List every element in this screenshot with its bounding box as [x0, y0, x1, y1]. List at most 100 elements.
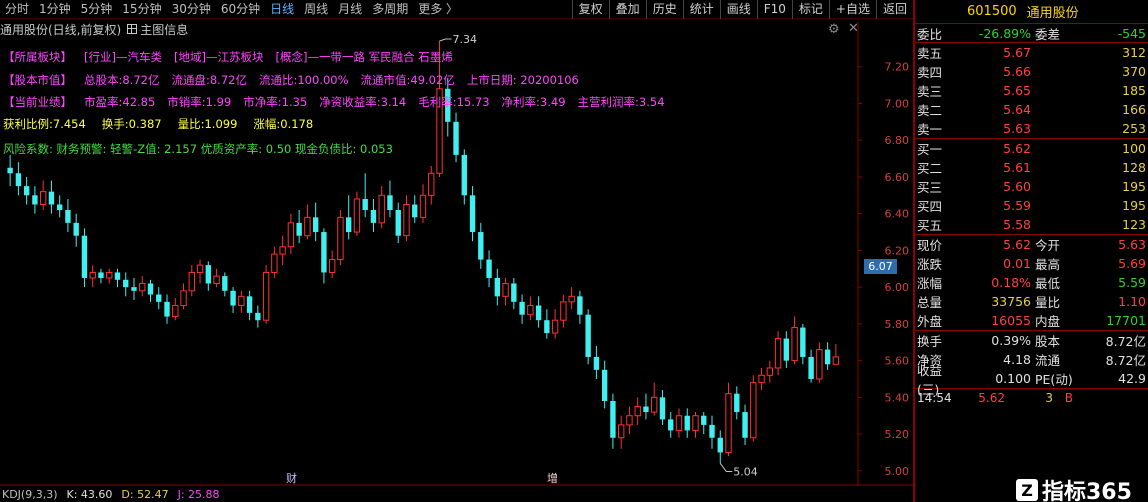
candle[interactable] — [461, 149, 467, 205]
candle[interactable] — [7, 154, 13, 187]
candle[interactable] — [668, 412, 674, 438]
industry-text[interactable]: [行业]—汽车类 — [84, 49, 162, 65]
candle[interactable] — [65, 198, 71, 233]
candle[interactable] — [106, 268, 113, 284]
candle[interactable] — [601, 360, 608, 409]
candle[interactable] — [742, 404, 748, 446]
gear-icon[interactable]: ⚙ — [828, 22, 840, 37]
asks-row[interactable]: 卖三 5.65 185 — [915, 81, 1148, 100]
asks-row[interactable]: 卖四 5.66 370 — [915, 62, 1148, 81]
candle[interactable] — [362, 173, 368, 218]
candle[interactable] — [750, 375, 757, 442]
candle[interactable] — [766, 360, 773, 383]
candle[interactable] — [494, 268, 501, 306]
candle[interactable] — [832, 344, 840, 365]
candle[interactable] — [734, 386, 740, 420]
candle[interactable] — [147, 279, 154, 302]
tick-list[interactable]: 14:54 5.62 3 B — [915, 389, 1148, 407]
candle[interactable] — [32, 186, 38, 214]
candle[interactable] — [164, 294, 170, 324]
candle[interactable] — [758, 367, 765, 390]
candle[interactable] — [296, 210, 302, 244]
financial-report-marker[interactable]: 财 — [284, 470, 299, 486]
candle[interactable] — [403, 195, 410, 242]
candle[interactable] — [816, 342, 823, 383]
candle[interactable] — [387, 180, 393, 218]
candle[interactable] — [15, 162, 22, 196]
candle[interactable] — [709, 415, 715, 449]
candle[interactable] — [238, 290, 245, 313]
candle[interactable] — [222, 272, 228, 297]
candle[interactable] — [634, 397, 641, 425]
candle[interactable] — [684, 408, 690, 438]
candle[interactable] — [502, 277, 509, 306]
close-icon[interactable]: ✕ — [848, 21, 859, 36]
candle[interactable] — [659, 390, 666, 425]
candle[interactable] — [617, 415, 625, 449]
candle[interactable] — [23, 176, 30, 205]
candle[interactable] — [114, 268, 121, 288]
candle[interactable] — [453, 112, 459, 163]
candle[interactable] — [412, 195, 418, 223]
candle[interactable] — [527, 296, 534, 321]
candle[interactable] — [585, 309, 591, 365]
candle[interactable] — [337, 210, 344, 266]
candle[interactable] — [626, 406, 633, 435]
candle[interactable] — [535, 296, 542, 328]
bids-row[interactable]: 买四 5.59 195 — [915, 196, 1148, 215]
candle[interactable] — [39, 180, 47, 210]
candle[interactable] — [701, 412, 707, 435]
candle[interactable] — [73, 213, 79, 247]
main-chart-info-button[interactable]: 主图信息 — [127, 21, 188, 38]
candle[interactable] — [304, 204, 311, 240]
candle[interactable] — [783, 331, 790, 368]
candle[interactable] — [511, 277, 517, 310]
candle[interactable] — [139, 276, 146, 297]
concept-text[interactable]: [概念]—一带一路 军民融合 石墨烯 — [275, 49, 452, 65]
candle[interactable] — [131, 277, 137, 300]
candle[interactable] — [312, 202, 319, 242]
candle[interactable] — [213, 268, 220, 288]
candle[interactable] — [345, 195, 352, 240]
bids-row[interactable]: 买五 5.58 123 — [915, 215, 1148, 234]
candle[interactable] — [774, 331, 782, 376]
candle[interactable] — [156, 287, 162, 310]
candle[interactable] — [196, 259, 204, 284]
bids-row[interactable]: 买一 5.62 100 — [915, 139, 1148, 158]
asks-row[interactable]: 卖五 5.67 312 — [915, 43, 1148, 62]
asks-row[interactable]: 卖二 5.64 166 — [915, 100, 1148, 119]
bids-row[interactable]: 买三 5.60 195 — [915, 177, 1148, 196]
candle[interactable] — [255, 305, 261, 328]
candle[interactable] — [725, 382, 732, 457]
candle[interactable] — [486, 250, 492, 288]
candle[interactable] — [675, 408, 683, 438]
share-increase-marker[interactable]: 增 — [545, 470, 560, 486]
candle[interactable] — [610, 393, 616, 449]
candle[interactable] — [560, 294, 567, 328]
candle[interactable] — [89, 265, 96, 288]
candle[interactable] — [81, 228, 88, 288]
candle[interactable] — [395, 202, 401, 244]
candle[interactable] — [651, 382, 658, 416]
candle[interactable] — [246, 290, 253, 321]
bids-row[interactable]: 买二 5.61 128 — [915, 158, 1148, 177]
candle[interactable] — [230, 287, 236, 313]
candle[interactable] — [800, 323, 806, 365]
region-text[interactable]: [地域]—江苏板块 — [174, 49, 263, 65]
candle[interactable] — [188, 265, 195, 297]
candle[interactable] — [370, 198, 377, 233]
candle[interactable] — [271, 246, 278, 278]
candle[interactable] — [287, 213, 295, 255]
candle[interactable] — [328, 250, 336, 278]
candle[interactable] — [419, 184, 427, 223]
candle[interactable] — [593, 345, 600, 379]
candle[interactable] — [262, 265, 270, 324]
candle[interactable] — [98, 268, 104, 284]
candle[interactable] — [577, 290, 583, 324]
candle[interactable] — [378, 186, 385, 229]
candle[interactable] — [717, 430, 723, 464]
candle[interactable] — [551, 309, 559, 339]
candle[interactable] — [791, 316, 798, 365]
candle[interactable] — [172, 298, 179, 321]
candle[interactable] — [824, 342, 831, 370]
